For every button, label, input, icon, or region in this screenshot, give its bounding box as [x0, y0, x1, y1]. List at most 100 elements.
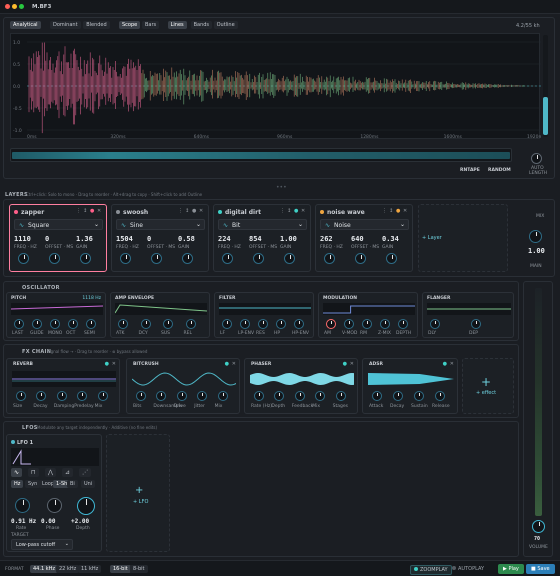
solo-icon[interactable]: ●	[192, 208, 196, 214]
solo-icon[interactable]: ●	[396, 208, 400, 214]
layer-offset-knob[interactable]	[355, 253, 366, 264]
layer-card-noise-wave[interactable]: noise wave ⋮ ↕ ● ✕ ∿ Noise ⌄ 262 FREQ · HZ 640 OFFS…	[315, 204, 413, 272]
overview-strip[interactable]	[10, 148, 512, 162]
fx-knob-depth[interactable]	[274, 391, 285, 401]
layer-wave-select[interactable]: ∿ Square ⌄	[14, 219, 103, 230]
tab-lines[interactable]: Lines	[167, 21, 187, 29]
bits-16-button[interactable]: 16-bit	[110, 565, 131, 573]
fx-knob-attack[interactable]	[372, 391, 382, 401]
layer-freq-value[interactable]: 1110	[14, 235, 31, 243]
layer-offset-knob[interactable]	[151, 253, 162, 264]
osc-knob-z-mix[interactable]	[380, 319, 390, 329]
menu-icon[interactable]: ⋮	[280, 208, 285, 214]
zoomplay-toggle[interactable]: ZOOMPLAY	[410, 565, 452, 575]
layer-offset-value[interactable]: 0	[147, 235, 151, 243]
osc-knob-semi[interactable]	[86, 319, 96, 329]
solo-icon[interactable]: ●	[90, 208, 94, 214]
layer-freq-value[interactable]: 1504	[116, 235, 133, 243]
osc-knob-dly[interactable]	[430, 319, 440, 329]
tab-outline[interactable]: Outline	[213, 21, 238, 29]
fx-knob-size[interactable]	[16, 391, 26, 401]
layer-freq-knob[interactable]	[18, 253, 29, 264]
fx-knob-mix[interactable]	[97, 391, 108, 401]
osc-knob-lf[interactable]	[222, 319, 232, 329]
osc-knob-dcy[interactable]	[140, 319, 151, 329]
move-icon[interactable]: ↕	[389, 208, 393, 214]
layer-gain-knob[interactable]	[284, 253, 295, 264]
osc-knob-last[interactable]	[14, 319, 24, 329]
osc-knob-hp[interactable]	[276, 319, 286, 329]
layer-gain-knob[interactable]	[182, 253, 193, 264]
scroll-thumb[interactable]	[543, 97, 548, 135]
menu-icon[interactable]: ⋮	[76, 208, 81, 214]
layer-wave-select[interactable]: ∿ Sine ⌄	[116, 219, 205, 230]
lfo-shape-4-icon[interactable]: ⋰	[79, 468, 91, 477]
add-effect-plus[interactable]: +	[481, 375, 491, 389]
osc-knob-hp-env[interactable]	[294, 319, 304, 329]
osc-knob-depth[interactable]	[398, 319, 408, 329]
layer-gain-value[interactable]: 1.36	[76, 235, 93, 243]
fx-knob-downsample[interactable]	[156, 391, 167, 401]
fx-enable-icon[interactable]: ●	[225, 361, 229, 367]
lfo-value-depth[interactable]: +2.00	[71, 518, 89, 525]
rate-11-button[interactable]: 11 kHz	[78, 565, 102, 573]
close-icon[interactable]: ✕	[199, 208, 203, 214]
fx-knob-mix[interactable]	[315, 391, 326, 401]
layer-freq-knob[interactable]	[324, 253, 335, 264]
maximize-dot[interactable]	[19, 4, 24, 9]
layer-gain-knob[interactable]	[80, 253, 91, 264]
osc-knob-am[interactable]	[326, 319, 336, 329]
layer-gain-knob[interactable]	[386, 253, 397, 264]
osc-knob-dep[interactable]	[471, 319, 481, 329]
fx-knob-release[interactable]	[435, 391, 445, 401]
lfo-shape-0-icon[interactable]: ∿	[11, 468, 23, 477]
move-icon[interactable]: ↕	[83, 208, 87, 214]
layer-freq-knob[interactable]	[222, 253, 233, 264]
fx-knob-jitter[interactable]	[197, 391, 208, 401]
layer-freq-value[interactable]: 224	[218, 235, 231, 243]
layer-offset-value[interactable]: 640	[351, 235, 364, 243]
close-icon[interactable]: ✕	[450, 361, 454, 367]
random-button[interactable]: RANDOM	[488, 168, 511, 173]
close-dot[interactable]	[5, 4, 10, 9]
layer-wave-select[interactable]: ∿ Noise ⌄	[320, 219, 409, 230]
add-layer-card[interactable]: + Layer	[418, 204, 508, 272]
fx-knob-mix[interactable]	[217, 391, 228, 401]
fx-knob-damping[interactable]	[56, 391, 67, 401]
layer-name[interactable]: zapper	[21, 209, 44, 216]
lfo-shape-3-icon[interactable]: ⊿	[62, 468, 74, 477]
layer-freq-knob[interactable]	[120, 253, 131, 264]
menu-icon[interactable]: ⋮	[178, 208, 183, 214]
fx-knob-stages[interactable]	[335, 391, 346, 401]
layer-gain-value[interactable]: 0.34	[382, 235, 399, 243]
lfo-shape-2-icon[interactable]: ⋀	[45, 468, 56, 477]
layer-card-digital-dirt[interactable]: digital dirt ⋮ ↕ ● ✕ ∿ Bit ⌄ 224 FREQ · HZ 854 OFFS…	[213, 204, 311, 272]
layer-offset-value[interactable]: 0	[45, 235, 49, 243]
layer-gain-value[interactable]: 1.00	[280, 235, 297, 243]
move-icon[interactable]: ↕	[185, 208, 189, 214]
fx-enable-icon[interactable]: ●	[443, 361, 447, 367]
layer-gain-value[interactable]: 0.58	[178, 235, 195, 243]
lfo-target-select[interactable]: Low-pass cutoff ⌄	[11, 539, 73, 550]
move-icon[interactable]: ↕	[287, 208, 291, 214]
lfo-depth-knob[interactable]	[77, 497, 95, 515]
lfo-phase-knob[interactable]	[47, 498, 62, 513]
fx-enable-icon[interactable]: ●	[343, 361, 347, 367]
lfo-value-rate[interactable]: 0.91 Hz	[11, 518, 36, 525]
close-icon[interactable]: ✕	[112, 361, 116, 367]
fx-knob-feedback[interactable]	[294, 391, 305, 401]
lfo-shape-1-icon[interactable]: ⊓	[28, 468, 39, 477]
tab-dominant[interactable]: Dominant	[50, 21, 81, 29]
save-button[interactable]: ■ Save	[526, 564, 555, 574]
tab-blended[interactable]: Blended	[83, 21, 110, 29]
layer-name[interactable]: swoosh	[123, 209, 148, 216]
lfo-mode-hz[interactable]: Hz	[11, 480, 24, 488]
tab-scope[interactable]: Scope	[119, 21, 141, 29]
fx-knob-ratehz[interactable]	[254, 391, 264, 401]
layer-offset-knob[interactable]	[49, 253, 60, 264]
vertical-scroll[interactable]	[543, 35, 548, 137]
add-lfo-card[interactable]: + + LFO	[106, 434, 170, 552]
drag-handle[interactable]: •••	[276, 184, 287, 191]
add-effect-card[interactable]: + + effect	[462, 358, 514, 414]
osc-knob-res[interactable]	[258, 319, 268, 329]
